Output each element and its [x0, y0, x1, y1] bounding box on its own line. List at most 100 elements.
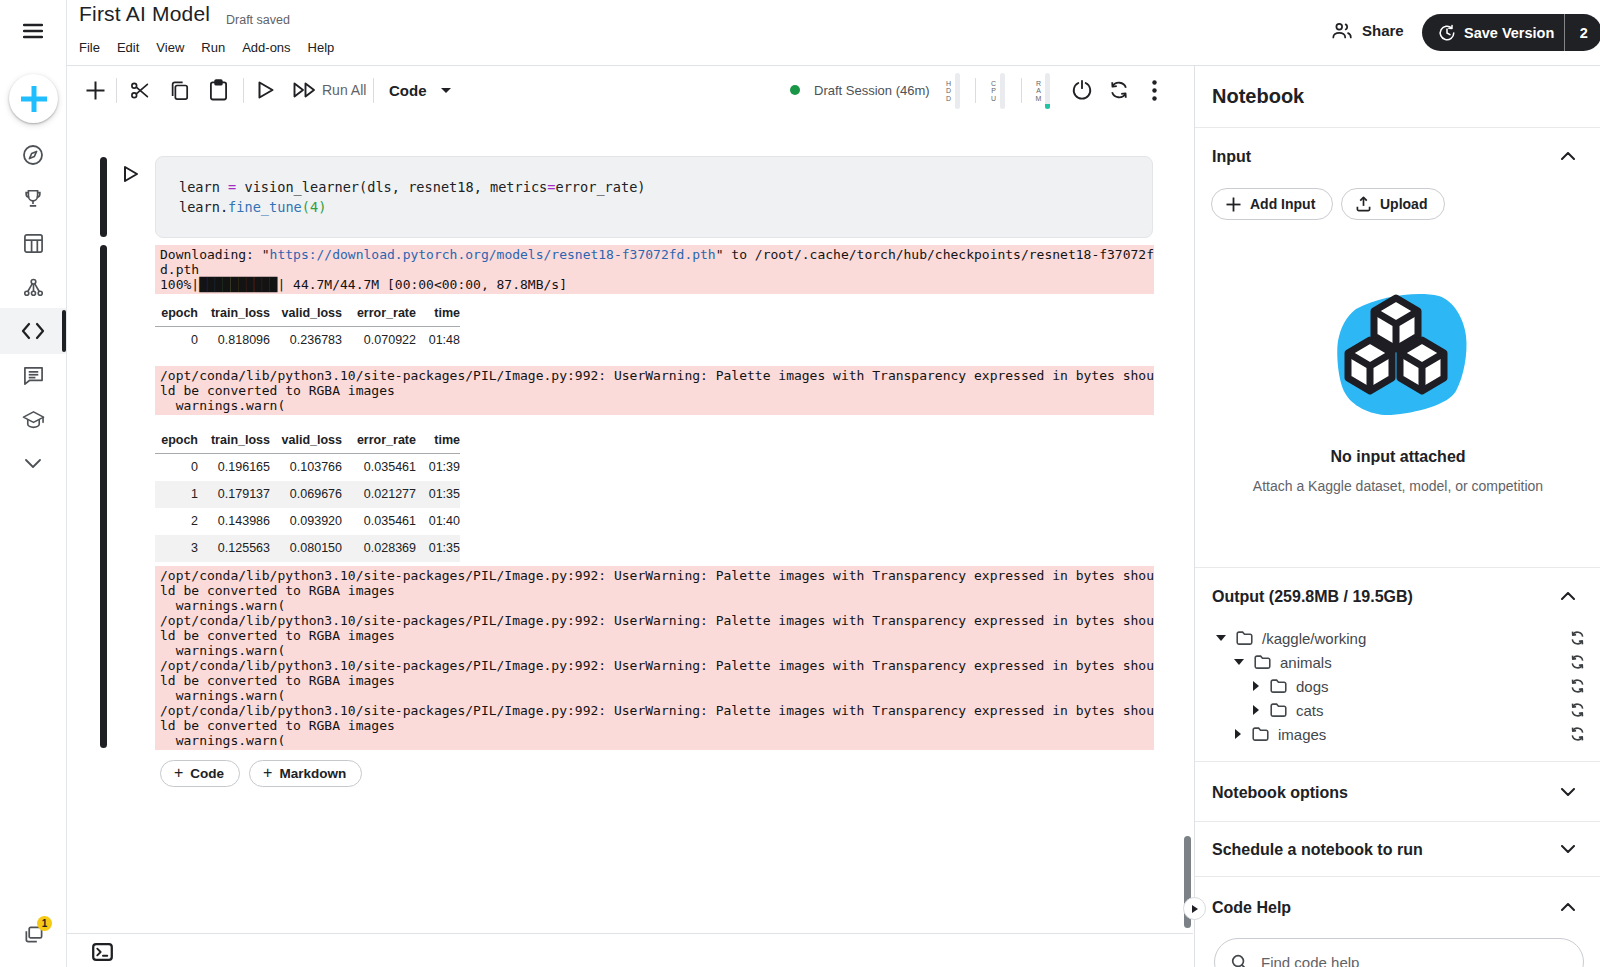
upload-button[interactable]: Upload [1341, 188, 1445, 220]
notebook-toolbar: Run All Code Draft Session (46m) HDD CPU… [67, 66, 1193, 114]
stderr-warning-block-repeated: /opt/conda/lib/python3.10/site-packages/… [155, 566, 1154, 750]
session-status[interactable]: Draft Session (46m) [790, 66, 930, 114]
tree-item-animals[interactable]: animals [1195, 650, 1600, 674]
table-cell: 0.080150 [270, 535, 342, 562]
menu-addons[interactable]: Add-ons [242, 40, 290, 55]
chevron-up-icon [1561, 592, 1575, 600]
table-header-cell: valid_loss [270, 303, 342, 327]
stderr-line: warnings.warn( [160, 688, 1154, 703]
sidebar-item-more[interactable] [0, 441, 66, 485]
code-icon [21, 322, 45, 340]
history-clock-icon [1438, 24, 1456, 42]
table-header-cell: epoch [155, 303, 198, 327]
cell-run-button[interactable] [122, 164, 140, 184]
cubes-illustration [1336, 291, 1470, 417]
cell-type-label: Code [389, 82, 427, 99]
menu-edit[interactable]: Edit [117, 40, 139, 55]
power-icon [1071, 79, 1093, 101]
code-token: vision_learner(dls, resnet18, metrics [236, 179, 547, 195]
collapse-code-help-button[interactable] [1561, 903, 1575, 911]
notebook-title[interactable]: First AI Model [79, 2, 210, 26]
trophy-icon [22, 188, 44, 210]
run-all-button[interactable] [293, 66, 316, 114]
restart-session-button[interactable] [1108, 66, 1130, 114]
paste-cell-button[interactable] [209, 66, 228, 114]
events-badge: 1 [37, 916, 52, 931]
table-cell: 01:35 [416, 535, 460, 562]
tree-item-images[interactable]: images [1195, 722, 1600, 746]
download-url-link[interactable]: https://download.pytorch.org/models/resn… [270, 247, 716, 262]
stderr-line: warnings.warn( [160, 598, 1154, 613]
sidebar-item-code[interactable] [0, 309, 66, 353]
table-cell: 01:40 [416, 508, 460, 535]
folder-icon [1236, 631, 1253, 645]
version-count-button[interactable]: 2 [1565, 14, 1600, 51]
sidebar-item-home[interactable] [0, 133, 66, 177]
run-all-label[interactable]: Run All [322, 66, 366, 114]
notebook-canvas: learn = vision_learner(dls, resnet18, me… [67, 114, 1193, 933]
sidebar-item-datasets[interactable] [0, 221, 66, 265]
table-header-cell: error_rate [342, 303, 416, 327]
menu-file[interactable]: File [79, 40, 100, 55]
add-markdown-cell-button[interactable]: +Markdown [249, 760, 362, 787]
panel-collapse-button[interactable] [1183, 897, 1206, 920]
sidebar-item-learn[interactable] [0, 397, 66, 441]
power-button[interactable] [1071, 66, 1093, 114]
more-options-button[interactable] [1152, 66, 1157, 114]
plus-icon: + [174, 764, 183, 782]
add-markdown-label: Markdown [279, 766, 346, 781]
stderr-line: 100%|██████████| 44.7M/44.7M [00:00<00:0… [160, 277, 1154, 292]
create-button[interactable] [9, 74, 58, 123]
table-header-cell: time [416, 430, 460, 454]
collapse-input-button[interactable] [1561, 152, 1575, 160]
table-row: 10.1791370.0696760.02127701:35 [155, 481, 460, 508]
save-version-button[interactable]: Save Version [1422, 14, 1564, 51]
active-events-button[interactable] [0, 913, 66, 957]
play-icon [257, 80, 275, 100]
output-cell-focus-bar[interactable] [100, 245, 107, 748]
tree-item-dogs[interactable]: dogs [1195, 674, 1600, 698]
copy-icon [169, 80, 189, 101]
tree-item-cats[interactable]: cats [1195, 698, 1600, 722]
sidebar-item-models[interactable] [0, 265, 66, 309]
table-cell: 0 [155, 454, 198, 482]
no-input-illustration [1336, 291, 1470, 417]
ram-gauge[interactable]: RAM [1035, 72, 1050, 110]
copy-cell-button[interactable] [169, 66, 189, 114]
share-button[interactable]: Share [1331, 22, 1404, 39]
cut-cell-button[interactable] [129, 66, 150, 114]
ram-label: RAM [1035, 80, 1042, 103]
options-section-heading: Notebook options [1212, 784, 1348, 802]
cpu-gauge[interactable]: CPU [990, 72, 1005, 110]
chevron-down-icon [25, 459, 41, 468]
add-input-button[interactable]: Add Input [1211, 188, 1333, 220]
code-cell-editor[interactable]: learn = vision_learner(dls, resnet18, me… [155, 156, 1153, 238]
console-toggle-button[interactable] [92, 943, 113, 961]
cell-type-dropdown[interactable]: Code [389, 66, 451, 114]
add-code-cell-button[interactable]: +Code [160, 760, 240, 787]
toolbar-separator [373, 78, 374, 103]
menu-view[interactable]: View [156, 40, 184, 55]
table-cell: 0.236783 [270, 327, 342, 355]
code-cell-focus-bar[interactable] [100, 157, 107, 237]
save-version-control: Save Version 2 [1422, 14, 1600, 51]
hamburger-menu-button[interactable] [0, 9, 66, 53]
menu-run[interactable]: Run [201, 40, 225, 55]
tree-item-working[interactable]: /kaggle/working [1195, 626, 1600, 650]
add-cell-button[interactable] [86, 66, 105, 114]
hdd-gauge[interactable]: HDD [945, 72, 960, 110]
sidebar-item-competitions[interactable] [0, 177, 66, 221]
code-help-search-input[interactable]: Find code help [1214, 938, 1584, 967]
folder-icon [1254, 655, 1271, 669]
expand-schedule-button[interactable] [1561, 845, 1575, 853]
stderr-line: ld be converted to RGBA images [160, 718, 1154, 733]
menu-help[interactable]: Help [308, 40, 335, 55]
collapse-output-button[interactable] [1561, 592, 1575, 600]
run-cell-button[interactable] [257, 66, 275, 114]
sidebar-item-discussions[interactable] [0, 353, 66, 397]
expand-options-button[interactable] [1561, 788, 1575, 796]
top-bar: First AI Model Draft saved File Edit Vie… [67, 0, 1600, 66]
stderr-text: Downloading: " [160, 247, 270, 262]
folder-icon [1270, 679, 1287, 693]
code-token-function: fine_tune [228, 199, 302, 215]
